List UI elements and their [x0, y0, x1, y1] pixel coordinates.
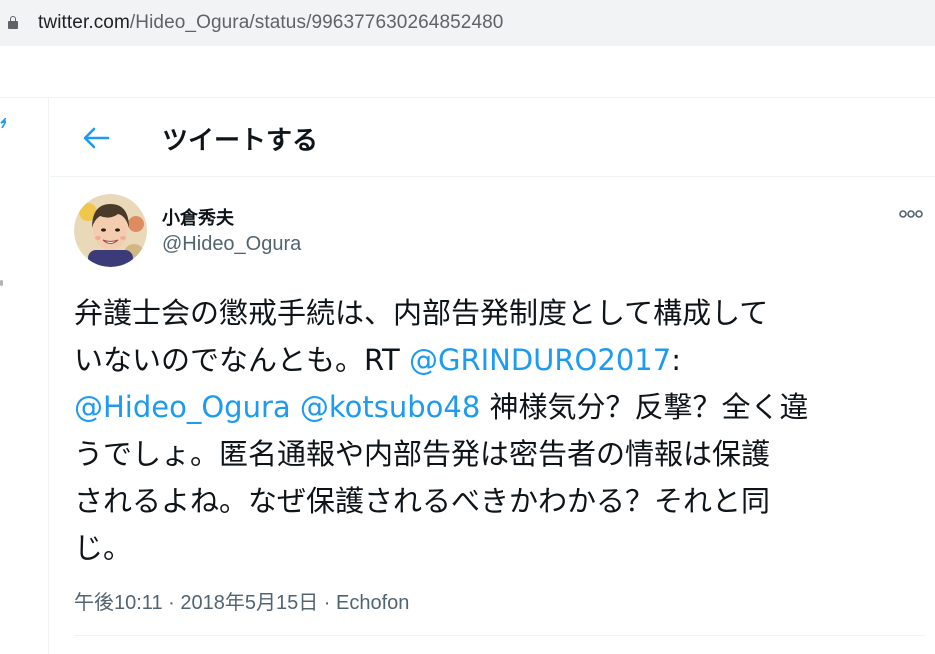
header-divider: [50, 176, 935, 177]
avatar[interactable]: [74, 194, 147, 267]
left-nav-rail: [0, 97, 49, 654]
mention-link-grinduro2017[interactable]: @GRINDURO2017: [409, 343, 671, 377]
lock-icon[interactable]: [8, 16, 18, 29]
tweet-meta: 午後10:11 · 2018年5月15日 · Echofon: [74, 586, 409, 615]
tweet-text-span: [291, 390, 300, 424]
nav-item-icon[interactable]: [0, 280, 3, 286]
tweet-text-line: いないのでなんとも。RT @GRINDURO2017:: [74, 337, 914, 384]
tweet-source: Echofon: [336, 592, 410, 614]
twitter-bird-icon[interactable]: [0, 118, 6, 128]
meta-separator: ·: [318, 592, 337, 614]
url-path: /Hideo_Ogura/status/996377630264852480: [129, 12, 504, 33]
tweet-text-span: いないのでなんとも。RT: [74, 343, 409, 377]
tweet-text-line: じ。: [74, 531, 133, 565]
tweet-text-line: @Hideo_Ogura @kotsubo48 神様気分？反撃？全く違: [74, 384, 914, 431]
tweet-date: 2018年5月15日: [180, 592, 319, 614]
tweet-text: 弁護士会の懲戒手続は、内部告発制度として構成して いないのでなんとも。RT @G…: [74, 290, 914, 572]
url-text[interactable]: twitter.com/Hideo_Ogura/status/996377630…: [38, 12, 503, 34]
ellipsis-icon[interactable]: [897, 206, 925, 222]
arrow-left-icon[interactable]: [80, 124, 114, 152]
tweet-text-span: 神様気分？反撃？全く違: [480, 390, 809, 424]
page-top-divider: [0, 97, 935, 98]
meta-divider: [74, 635, 925, 636]
meta-separator: ·: [162, 592, 181, 614]
tweet-time-link[interactable]: 午後10:11 · 2018年5月15日: [74, 592, 318, 614]
tweet-time: 午後10:11: [74, 592, 163, 614]
tweet-text-span: :: [671, 343, 681, 377]
tweet-text-line: されるよね。なぜ保護されるべきかわかる？それと同: [74, 484, 771, 518]
author-display-name[interactable]: 小倉秀夫: [162, 204, 234, 230]
page-title: ツイートする: [162, 126, 319, 156]
tweet-text-line: うでしょ。匿名通報や内部告発は密告者の情報は保護: [74, 437, 771, 471]
tweet-text-line: 弁護士会の懲戒手続は、内部告発制度として構成して: [74, 296, 769, 330]
mention-link-kotsubo48[interactable]: @kotsubo48: [300, 390, 480, 424]
mention-link-hideo-ogura[interactable]: @Hideo_Ogura: [74, 390, 291, 424]
url-host: twitter.com: [38, 12, 130, 33]
author-handle[interactable]: @Hideo_Ogura: [162, 233, 301, 256]
browser-address-bar[interactable]: twitter.com/Hideo_Ogura/status/996377630…: [0, 0, 935, 46]
